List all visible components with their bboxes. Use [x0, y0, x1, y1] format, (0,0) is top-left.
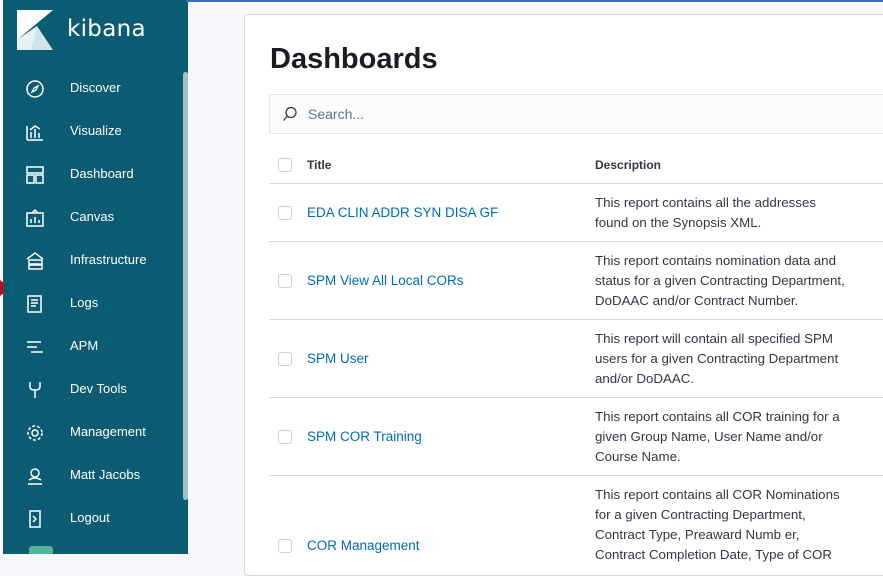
- sidebar-item-dashboard[interactable]: Dashboard: [3, 157, 181, 191]
- dashboard-description: This report contains all COR training fo…: [595, 407, 870, 467]
- sidebar-item-label: Matt Jacobs: [70, 467, 141, 482]
- description-line: This report contains all COR Nominations: [595, 487, 840, 502]
- status-chip[interactable]: [29, 546, 53, 554]
- description-line: Contract Completion Date, Type of COR: [595, 547, 832, 562]
- sidebar-item-logout[interactable]: Logout: [3, 501, 181, 535]
- sidebar-item-label: Infrastructure: [70, 252, 147, 267]
- dashboard-description: This report contains all COR Nominations…: [595, 485, 870, 565]
- column-header-description[interactable]: Description: [595, 158, 661, 172]
- description-line: This report will contain all specified S…: [595, 331, 833, 346]
- compass-icon: [25, 79, 45, 99]
- sidebar-item-dev-tools[interactable]: Dev Tools: [3, 372, 181, 406]
- description-line: This report contains all the addresses: [595, 195, 816, 210]
- search-icon: [283, 106, 297, 121]
- sidebar-item-label: Logout: [70, 510, 110, 525]
- infrastructure-icon: [25, 251, 45, 271]
- row-checkbox[interactable]: [278, 430, 292, 444]
- app-name: kibana: [67, 16, 146, 42]
- row-checkbox[interactable]: [278, 206, 292, 220]
- sidebar-item-user[interactable]: Matt Jacobs: [3, 458, 181, 492]
- row-checkbox[interactable]: [278, 274, 292, 288]
- description-line: Contract Type, Preaward Numb er,: [595, 527, 800, 542]
- divider: [269, 183, 883, 184]
- description-line: found on the Synopsis XML.: [595, 215, 762, 230]
- dashboard-description: This report contains nomination data and…: [595, 251, 870, 311]
- search-input[interactable]: [308, 104, 708, 124]
- description-line: status for a given Contracting Departmen…: [595, 273, 845, 288]
- kibana-logo-icon: [17, 10, 53, 50]
- sidebar-item-label: Dev Tools: [70, 381, 127, 396]
- wrench-icon: [25, 380, 45, 400]
- sidebar: kibana Discover Visualize Dashboard Canv…: [3, 0, 188, 554]
- apm-icon: [25, 337, 45, 357]
- sidebar-item-label: APM: [70, 338, 99, 353]
- sidebar-item-management[interactable]: Management: [3, 415, 181, 449]
- sidebar-item-apm[interactable]: APM: [3, 329, 181, 363]
- bar-chart-icon: [25, 122, 45, 142]
- dashboard-icon: [25, 165, 45, 185]
- description-line: and/or DoDAAC.: [595, 371, 695, 386]
- sidebar-item-label: Management: [70, 424, 146, 439]
- description-line: This report contains nomination data and: [595, 253, 836, 268]
- sidebar-item-visualize[interactable]: Visualize: [3, 114, 181, 148]
- dashboard-link[interactable]: SPM COR Training: [307, 429, 422, 444]
- sidebar-scrollbar[interactable]: [183, 72, 188, 500]
- description-line: This report contains all COR training fo…: [595, 409, 840, 424]
- sidebar-item-discover[interactable]: Discover: [3, 71, 181, 105]
- description-line: for a given Contracting Department,: [595, 507, 806, 522]
- divider: [269, 241, 883, 242]
- dashboards-panel: Dashboards Title Description EDA CLIN AD…: [244, 14, 883, 576]
- dashboard-link[interactable]: COR Management: [307, 538, 420, 553]
- dashboard-link[interactable]: SPM User: [307, 351, 369, 366]
- row-checkbox[interactable]: [278, 352, 292, 366]
- row-checkbox[interactable]: [278, 539, 292, 553]
- dashboard-link[interactable]: EDA CLIN ADDR SYN DISA GF: [307, 205, 498, 220]
- divider: [269, 475, 883, 476]
- sidebar-item-logs[interactable]: Logs: [3, 286, 181, 320]
- sidebar-item-label: Dashboard: [70, 166, 134, 181]
- sidebar-item-label: Discover: [70, 80, 121, 95]
- gear-icon: [25, 423, 45, 443]
- search-bar[interactable]: [269, 94, 883, 134]
- sidebar-item-infrastructure[interactable]: Infrastructure: [3, 243, 181, 277]
- logout-icon: [25, 509, 45, 529]
- sidebar-item-label: Logs: [70, 295, 99, 310]
- description-line: given Group Name, User Name and/or: [595, 429, 823, 444]
- top-accent-line: [186, 0, 883, 2]
- sidebar-item-label: Visualize: [70, 123, 122, 138]
- description-line: DoDAAC and/or Contract Number.: [595, 293, 799, 308]
- canvas-icon: [25, 208, 45, 228]
- divider: [269, 397, 883, 398]
- sidebar-item-label: Canvas: [70, 209, 115, 224]
- sidebar-item-canvas[interactable]: Canvas: [3, 200, 181, 234]
- description-line: users for a given Contracting Department: [595, 351, 839, 366]
- dashboard-description: This report contains all the addresses f…: [595, 193, 870, 233]
- logs-icon: [25, 294, 45, 314]
- select-all-checkbox[interactable]: [278, 158, 292, 172]
- brand[interactable]: kibana: [17, 10, 146, 50]
- divider: [269, 319, 883, 320]
- column-header-title[interactable]: Title: [307, 158, 331, 172]
- page-title: Dashboards: [270, 43, 438, 75]
- user-icon: [25, 466, 45, 486]
- description-line: Course Name.: [595, 449, 681, 464]
- dashboard-link[interactable]: SPM View All Local CORs: [307, 273, 464, 288]
- dashboard-description: This report will contain all specified S…: [595, 329, 870, 389]
